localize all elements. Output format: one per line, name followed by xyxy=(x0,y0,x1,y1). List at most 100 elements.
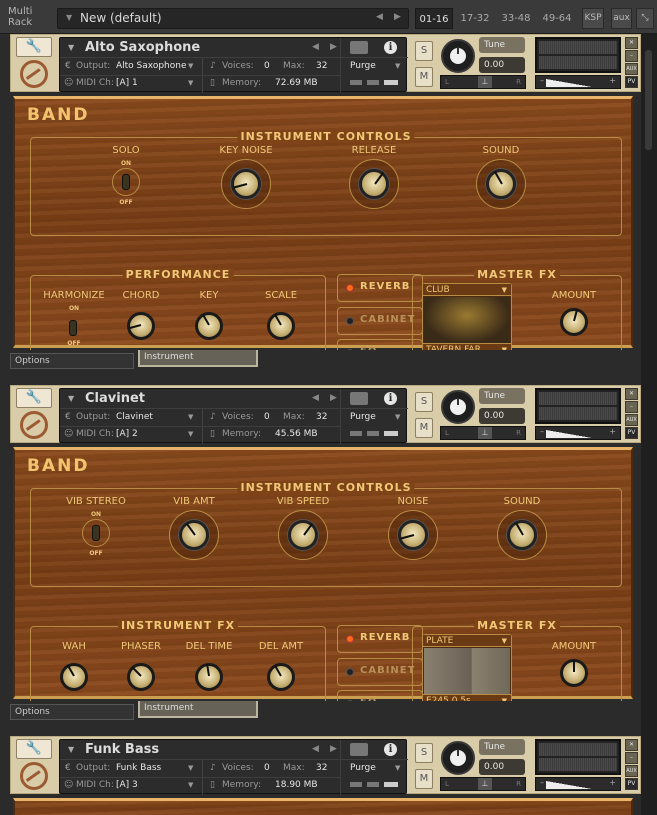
next-instrument-icon[interactable]: ▶ xyxy=(330,744,337,754)
multi-preset-selector[interactable]: ▼ New (default) ◀ ▶ xyxy=(57,8,409,29)
camera-icon[interactable] xyxy=(350,392,368,405)
pan-handle[interactable]: ⊥ xyxy=(478,76,492,88)
instrument-name[interactable]: Clavinet xyxy=(85,391,145,406)
key-noise-knob[interactable] xyxy=(221,159,271,209)
dropdown-arrow-icon[interactable]: ▼ xyxy=(68,745,74,754)
noise-knob[interactable] xyxy=(388,510,438,560)
range-49-64-button[interactable]: 49-64 xyxy=(537,8,577,29)
reverb-type-dropdown[interactable]: CLUB xyxy=(423,284,511,296)
pan-slider[interactable]: L ⊥ R xyxy=(440,75,526,89)
chevron-down-icon[interactable]: ▼ xyxy=(188,777,193,794)
tab-options[interactable]: Options xyxy=(10,704,134,720)
mute-button[interactable]: M xyxy=(415,769,433,789)
midi-channel-selector[interactable]: [A] 3 xyxy=(116,777,138,794)
purge-label[interactable]: Purge xyxy=(350,760,376,777)
max-voices-field[interactable]: 32 xyxy=(316,58,327,75)
tab-instrument[interactable]: Instrument xyxy=(138,350,258,367)
dropdown-arrow-icon[interactable]: ▼ xyxy=(68,43,74,52)
vib-stereo-toggle[interactable] xyxy=(82,519,110,547)
pan-slider[interactable]: L ⊥ R xyxy=(440,426,526,440)
chord-knob[interactable] xyxy=(127,312,155,340)
range-01-16-button[interactable]: 01-16 xyxy=(415,8,453,29)
ksp-button[interactable]: KSP xyxy=(582,8,604,29)
mute-button[interactable]: M xyxy=(415,67,433,87)
chevron-down-icon[interactable]: ▼ xyxy=(188,409,193,426)
harmonize-toggle[interactable] xyxy=(60,312,88,340)
scale-knob[interactable] xyxy=(267,312,295,340)
minimize-icon[interactable]: – xyxy=(625,50,638,62)
info-icon[interactable]: i xyxy=(384,743,397,756)
pv-toggle-button[interactable]: PV xyxy=(625,427,638,439)
pan-handle[interactable]: ⊥ xyxy=(478,778,492,790)
volume-slider[interactable]: – + xyxy=(535,426,621,440)
reverb-button[interactable]: REVERB xyxy=(337,274,423,302)
purge-label[interactable]: Purge xyxy=(350,58,376,75)
reverb-type-dropdown[interactable]: PLATE xyxy=(423,635,511,647)
close-icon[interactable]: ✕ xyxy=(625,37,638,49)
info-icon[interactable]: i xyxy=(384,41,397,54)
prev-instrument-icon[interactable]: ◀ xyxy=(312,393,319,403)
chevron-down-icon[interactable]: ▼ xyxy=(395,58,400,75)
vib-amt-knob[interactable] xyxy=(169,510,219,560)
tune-value[interactable]: 0.00 xyxy=(479,759,525,775)
info-icon[interactable]: i xyxy=(384,392,397,405)
rack-scrollbar[interactable] xyxy=(641,34,657,815)
amount-knob[interactable] xyxy=(560,659,588,687)
tune-value[interactable]: 0.00 xyxy=(479,408,525,424)
volume-slider[interactable]: – + xyxy=(535,777,621,791)
tab-instrument[interactable]: Instrument xyxy=(138,701,258,718)
volume-slider[interactable]: – + xyxy=(535,75,621,89)
output-selector[interactable]: Clavinet xyxy=(116,409,153,426)
collapse-arrows-icon[interactable]: ⤡ xyxy=(636,8,654,29)
reverb-button[interactable]: REVERB xyxy=(337,625,423,653)
next-instrument-icon[interactable]: ▶ xyxy=(330,42,337,52)
solo-button[interactable]: S xyxy=(415,392,433,412)
vib-speed-knob[interactable] xyxy=(278,510,328,560)
prev-arrow-icon[interactable]: ◀ xyxy=(376,12,383,22)
next-instrument-icon[interactable]: ▶ xyxy=(330,393,337,403)
mute-button[interactable]: M xyxy=(415,418,433,438)
tune-knob[interactable] xyxy=(441,390,475,424)
range-33-48-button[interactable]: 33-48 xyxy=(496,8,536,29)
minimize-icon[interactable]: – xyxy=(625,401,638,413)
output-selector[interactable]: Alto Saxophone xyxy=(116,58,187,75)
purge-menu[interactable]: Purge ▼ xyxy=(345,58,405,75)
midi-channel-selector[interactable]: [A] 1 xyxy=(116,75,138,92)
cabinet-button[interactable]: CABINET xyxy=(337,658,423,686)
close-icon[interactable]: ✕ xyxy=(625,388,638,400)
release-knob[interactable] xyxy=(349,159,399,209)
amount-knob[interactable] xyxy=(560,308,588,336)
dropdown-arrow-icon[interactable]: ▼ xyxy=(68,394,74,403)
wah-knob[interactable] xyxy=(60,663,88,691)
chevron-down-icon[interactable]: ▼ xyxy=(188,426,193,443)
chevron-down-icon[interactable]: ▼ xyxy=(395,409,400,426)
output-selector[interactable]: Funk Bass xyxy=(116,760,161,777)
pv-toggle-button[interactable]: PV xyxy=(625,76,638,88)
sound-knob[interactable] xyxy=(476,159,526,209)
scrollbar-thumb[interactable] xyxy=(645,50,652,150)
camera-icon[interactable] xyxy=(350,41,368,54)
close-icon[interactable]: ✕ xyxy=(625,739,638,751)
del-amt-knob[interactable] xyxy=(267,663,295,691)
max-voices-field[interactable]: 32 xyxy=(316,760,327,777)
sound-knob[interactable] xyxy=(497,510,547,560)
midi-channel-selector[interactable]: [A] 2 xyxy=(116,426,138,443)
solo-button[interactable]: S xyxy=(415,41,433,61)
tab-options[interactable]: Options xyxy=(10,353,134,369)
pan-slider[interactable]: L ⊥ R xyxy=(440,777,526,791)
tune-knob[interactable] xyxy=(441,39,475,73)
camera-icon[interactable] xyxy=(350,743,368,756)
tune-value[interactable]: 0.00 xyxy=(479,57,525,73)
tune-knob[interactable] xyxy=(441,741,475,775)
instrument-name[interactable]: Alto Saxophone xyxy=(85,40,200,55)
aux-button[interactable]: aux xyxy=(611,8,632,29)
aux-toggle-button[interactable]: AUX xyxy=(625,63,638,75)
pv-toggle-button[interactable]: PV xyxy=(625,778,638,790)
wrench-icon[interactable]: 🔧 xyxy=(16,388,52,408)
chevron-down-icon[interactable]: ▼ xyxy=(188,760,193,777)
purge-menu[interactable]: Purge ▼ xyxy=(345,409,405,426)
prev-instrument-icon[interactable]: ◀ xyxy=(312,42,319,52)
next-arrow-icon[interactable]: ▶ xyxy=(394,12,401,22)
cabinet-button[interactable]: CABINET xyxy=(337,307,423,335)
phaser-knob[interactable] xyxy=(127,663,155,691)
